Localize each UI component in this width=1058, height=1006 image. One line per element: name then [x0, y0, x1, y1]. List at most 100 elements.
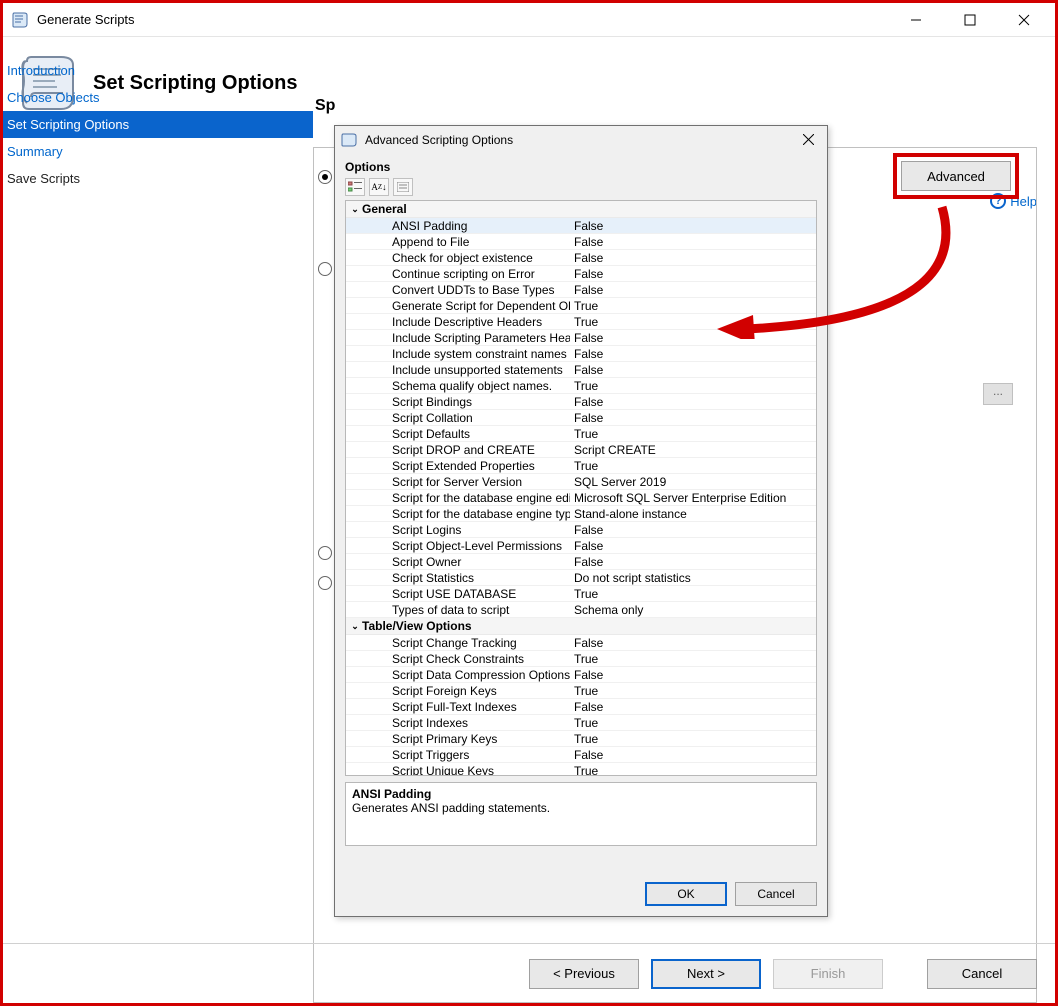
property-row[interactable]: Include unsupported statementsFalse [346, 362, 816, 378]
property-row[interactable]: Include system constraint namesFalse [346, 346, 816, 362]
property-row[interactable]: Script StatisticsDo not script statistic… [346, 570, 816, 586]
property-value[interactable]: False [570, 251, 816, 265]
property-row[interactable]: Script IndexesTrue [346, 715, 816, 731]
property-row[interactable]: Include Descriptive HeadersTrue [346, 314, 816, 330]
property-value[interactable]: False [570, 219, 816, 233]
property-row[interactable]: Script Check ConstraintsTrue [346, 651, 816, 667]
property-value[interactable]: SQL Server 2019 [570, 475, 816, 489]
cancel-button[interactable]: Cancel [927, 959, 1037, 989]
wizard-nav: Introduction Choose Objects Set Scriptin… [3, 55, 313, 192]
property-value[interactable]: False [570, 636, 816, 650]
property-value[interactable]: True [570, 652, 816, 666]
advanced-highlight: Advanced [893, 153, 1019, 199]
close-button[interactable] [997, 3, 1051, 37]
property-row[interactable]: Script Object-Level PermissionsFalse [346, 538, 816, 554]
nav-introduction[interactable]: Introduction [3, 57, 313, 84]
property-value[interactable]: Stand-alone instance [570, 507, 816, 521]
property-row[interactable]: Generate Script for Dependent ObjectsTru… [346, 298, 816, 314]
property-row[interactable]: Continue scripting on ErrorFalse [346, 266, 816, 282]
property-row[interactable]: Script BindingsFalse [346, 394, 816, 410]
property-value[interactable]: False [570, 267, 816, 281]
previous-button[interactable]: < Previous [529, 959, 639, 989]
property-value[interactable]: False [570, 668, 816, 682]
property-label: Include unsupported statements [346, 363, 570, 377]
property-row[interactable]: Script Foreign KeysTrue [346, 683, 816, 699]
property-value[interactable]: True [570, 379, 816, 393]
dialog-ok-button[interactable]: OK [645, 882, 727, 906]
property-row[interactable]: Script Full-Text IndexesFalse [346, 699, 816, 715]
nav-choose-objects[interactable]: Choose Objects [3, 84, 313, 111]
next-button[interactable]: Next > [651, 959, 761, 989]
property-group-header[interactable]: ⌄General [346, 201, 816, 218]
property-value[interactable]: False [570, 523, 816, 537]
property-label: Include Scripting Parameters Header [346, 331, 570, 345]
property-value[interactable]: True [570, 684, 816, 698]
property-value[interactable]: Script CREATE [570, 443, 816, 457]
nav-summary[interactable]: Summary [3, 138, 313, 165]
property-label: Check for object existence [346, 251, 570, 265]
advanced-button[interactable]: Advanced [901, 161, 1011, 191]
categorized-button[interactable] [345, 178, 365, 196]
nav-set-scripting-options[interactable]: Set Scripting Options [3, 111, 313, 138]
property-label: Script Check Constraints [346, 652, 570, 666]
property-value[interactable]: True [570, 299, 816, 313]
property-label: Script for Server Version [346, 475, 570, 489]
maximize-button[interactable] [943, 3, 997, 37]
property-value[interactable]: False [570, 331, 816, 345]
property-row[interactable]: Script CollationFalse [346, 410, 816, 426]
property-group-header[interactable]: ⌄Table/View Options [346, 618, 816, 635]
property-value[interactable]: True [570, 716, 816, 730]
dialog-close-button[interactable] [795, 132, 821, 148]
dialog-title: Advanced Scripting Options [365, 133, 513, 147]
property-row[interactable]: Script Data Compression OptionsFalse [346, 667, 816, 683]
property-row[interactable]: Include Scripting Parameters HeaderFalse [346, 330, 816, 346]
property-value[interactable]: True [570, 315, 816, 329]
property-value[interactable]: False [570, 395, 816, 409]
dialog-cancel-button[interactable]: Cancel [735, 882, 817, 906]
property-row[interactable]: Types of data to scriptSchema only [346, 602, 816, 618]
property-row[interactable]: Script for the database engine typeStand… [346, 506, 816, 522]
property-value[interactable]: Schema only [570, 603, 816, 617]
property-value[interactable]: Microsoft SQL Server Enterprise Edition [570, 491, 816, 505]
property-value[interactable]: False [570, 539, 816, 553]
property-value[interactable]: True [570, 427, 816, 441]
property-row[interactable]: Script Extended PropertiesTrue [346, 458, 816, 474]
property-row[interactable]: Script TriggersFalse [346, 747, 816, 763]
property-value[interactable]: False [570, 411, 816, 425]
advanced-scripting-options-dialog: Advanced Scripting Options Options AZ↓ ⌄… [334, 125, 828, 917]
property-value[interactable]: False [570, 363, 816, 377]
property-row[interactable]: Script DefaultsTrue [346, 426, 816, 442]
property-row[interactable]: Script Unique KeysTrue [346, 763, 816, 776]
property-value[interactable]: False [570, 283, 816, 297]
property-row[interactable]: Check for object existenceFalse [346, 250, 816, 266]
property-row[interactable]: Script for the database engine editionMi… [346, 490, 816, 506]
property-row[interactable]: Script Change TrackingFalse [346, 635, 816, 651]
minimize-button[interactable] [889, 3, 943, 37]
property-row[interactable]: Convert UDDTs to Base TypesFalse [346, 282, 816, 298]
property-value[interactable]: False [570, 700, 816, 714]
alphabetical-button[interactable]: AZ↓ [369, 178, 389, 196]
property-value[interactable]: False [570, 748, 816, 762]
property-row[interactable]: Script for Server VersionSQL Server 2019 [346, 474, 816, 490]
property-value[interactable]: Do not script statistics [570, 571, 816, 585]
property-value[interactable]: True [570, 732, 816, 746]
property-value[interactable]: False [570, 555, 816, 569]
property-grid[interactable]: ⌄GeneralANSI PaddingFalseAppend to FileF… [345, 200, 817, 776]
property-row[interactable]: Script DROP and CREATEScript CREATE [346, 442, 816, 458]
property-row[interactable]: Script OwnerFalse [346, 554, 816, 570]
browse-button[interactable]: ... [983, 383, 1013, 405]
property-value[interactable]: False [570, 235, 816, 249]
property-pages-button[interactable] [393, 178, 413, 196]
property-value[interactable]: True [570, 459, 816, 473]
property-row[interactable]: Script Primary KeysTrue [346, 731, 816, 747]
property-value[interactable]: True [570, 587, 816, 601]
property-row[interactable]: Script USE DATABASETrue [346, 586, 816, 602]
property-row[interactable]: ANSI PaddingFalse [346, 218, 816, 234]
nav-save-scripts[interactable]: Save Scripts [3, 165, 313, 192]
property-value[interactable]: True [570, 764, 816, 777]
property-row[interactable]: Schema qualify object names.True [346, 378, 816, 394]
property-row[interactable]: Script LoginsFalse [346, 522, 816, 538]
property-row[interactable]: Append to FileFalse [346, 234, 816, 250]
property-value[interactable]: False [570, 347, 816, 361]
wizard-footer: < Previous Next > Finish Cancel [3, 943, 1055, 1003]
